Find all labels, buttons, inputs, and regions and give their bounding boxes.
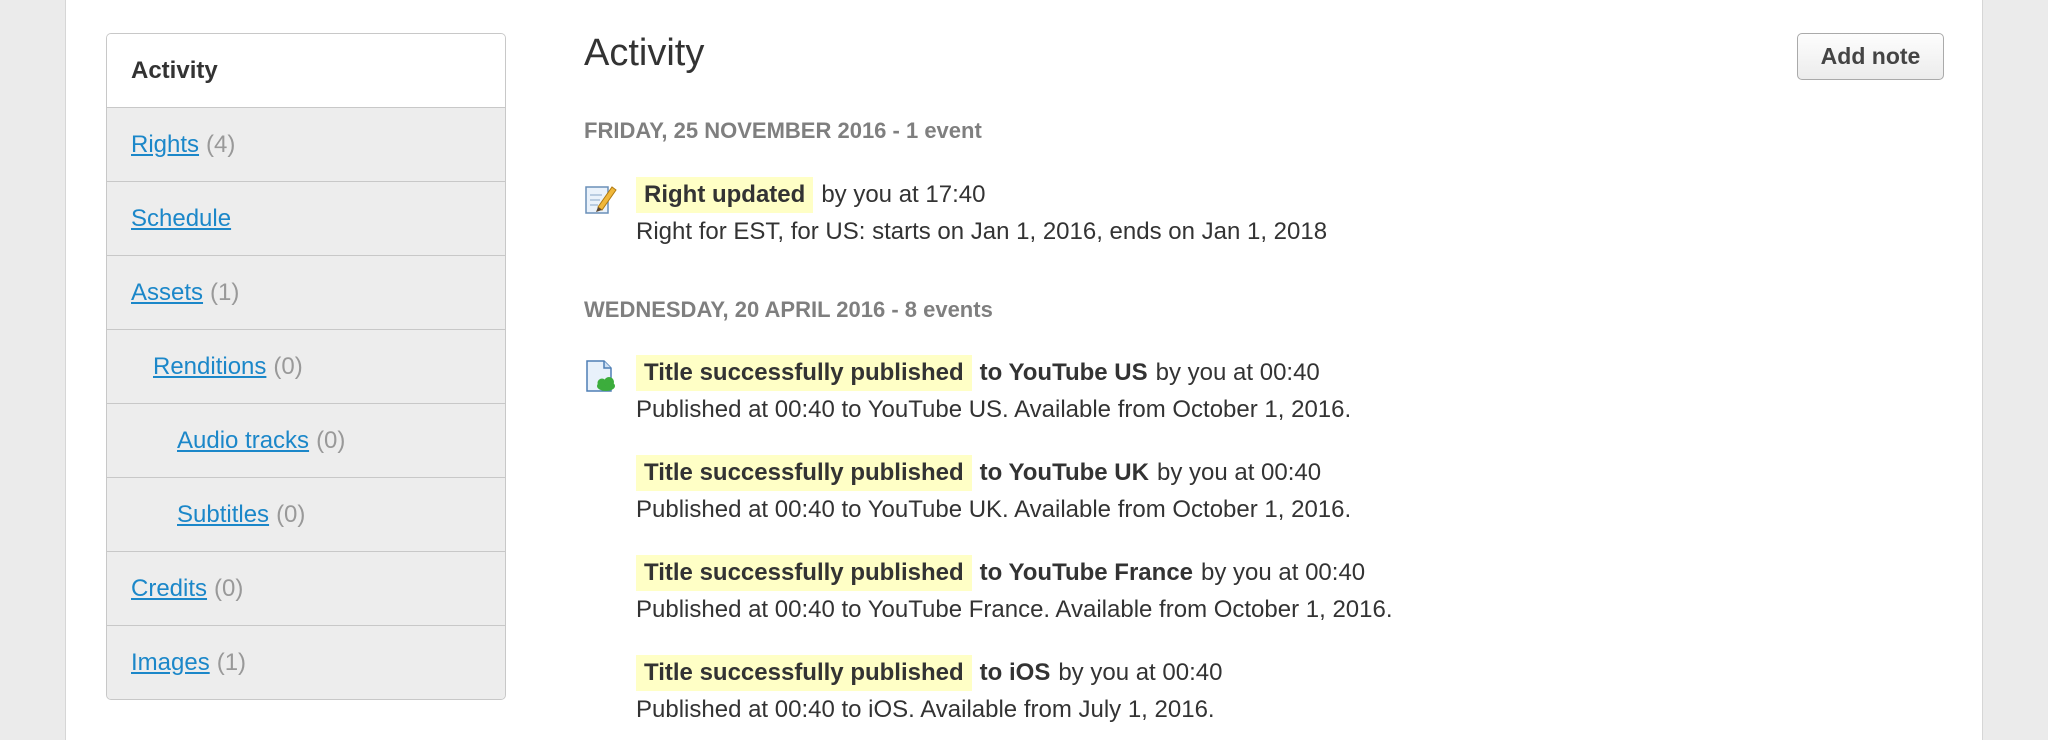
event-detail: Published at 00:40 to YouTube France. Av… [636, 596, 1393, 623]
sidebar-item-renditions: Renditions (0) [107, 329, 505, 403]
event-action-badge: Title successfully published [636, 655, 972, 691]
event-meta: by you at 00:40 [1201, 559, 1366, 586]
sidebar-count: (0) [214, 574, 244, 602]
event-detail: Published at 00:40 to YouTube US. Availa… [636, 396, 1352, 423]
event-target: to iOS [979, 659, 1051, 686]
event-summary: Title successfully published to YouTube … [636, 353, 1320, 393]
sidebar-count: (0) [273, 352, 303, 380]
event-detail: Right for EST, for US: starts on Jan 1, … [636, 218, 1328, 245]
event-target: to YouTube US [979, 359, 1148, 386]
sidebar-count: (1) [210, 278, 240, 306]
sidebar-item-subtitles: Subtitles (0) [107, 477, 505, 551]
day-header: WEDNESDAY, 20 APRIL 2016 - 8 events [584, 297, 993, 322]
event-action-badge: Right updated [636, 177, 814, 213]
event-action-badge: Title successfully published [636, 355, 972, 391]
page-container: Activity Rights (4) Schedule Assets (1) … [65, 0, 1983, 740]
sidebar-item-credits: Credits (0) [107, 551, 505, 625]
event-summary: Title successfully published to YouTube … [636, 553, 1365, 593]
event-meta: by you at 17:40 [821, 181, 986, 208]
event-target: to YouTube UK [979, 459, 1149, 486]
sidebar-item-label: Activity [131, 56, 218, 84]
sidebar-item-images: Images (1) [107, 625, 505, 699]
event-meta: by you at 00:40 [1156, 459, 1322, 486]
event-detail: Published at 00:40 to iOS. Available fro… [636, 696, 1215, 723]
sidebar-link-schedule[interactable]: Schedule [131, 205, 231, 233]
sidebar-count: (0) [276, 500, 306, 528]
sidebar-item-activity[interactable]: Activity [107, 34, 505, 107]
add-note-button[interactable]: Add note [1797, 33, 1944, 80]
event-summary: Title successfully published to iOS by y… [636, 653, 1222, 693]
sidebar-count: (1) [216, 648, 247, 676]
sidebar-item-schedule: Schedule [107, 181, 505, 255]
sidebar-nav: Activity Rights (4) Schedule Assets (1) … [106, 33, 506, 700]
sidebar-count: (4) [206, 130, 236, 158]
day-header: FRIDAY, 25 NOVEMBER 2016 - 1 event [584, 118, 982, 143]
event-action-badge: Title successfully published [636, 555, 972, 591]
sidebar-link-rights[interactable]: Rights [131, 131, 199, 159]
event-meta: by you at 00:40 [1155, 359, 1320, 386]
sidebar-item-audio-tracks: Audio tracks (0) [107, 403, 505, 477]
event-detail: Published at 00:40 to YouTube UK. Availa… [636, 496, 1352, 523]
event-target: to YouTube France [979, 559, 1194, 586]
sidebar-link-renditions[interactable]: Renditions [153, 353, 266, 381]
sidebar-link-assets[interactable]: Assets [131, 279, 203, 307]
sidebar-link-images[interactable]: Images [131, 649, 210, 677]
sidebar-link-subtitles[interactable]: Subtitles [177, 501, 269, 529]
event-summary: Title successfully published to YouTube … [636, 453, 1321, 493]
event-action-badge: Title successfully published [636, 455, 972, 491]
event-summary: Right updated by you at 17:40 [636, 175, 985, 215]
page-title: Activity [584, 32, 705, 74]
sidebar-link-audio-tracks[interactable]: Audio tracks [177, 427, 309, 455]
publish-document-icon [584, 359, 618, 393]
sidebar-count: (0) [316, 426, 346, 454]
edit-pencil-icon [584, 181, 618, 215]
sidebar-link-credits[interactable]: Credits [131, 575, 207, 603]
event-meta: by you at 00:40 [1058, 659, 1223, 686]
sidebar-item-rights: Rights (4) [107, 107, 505, 181]
sidebar-item-assets: Assets (1) [107, 255, 505, 329]
